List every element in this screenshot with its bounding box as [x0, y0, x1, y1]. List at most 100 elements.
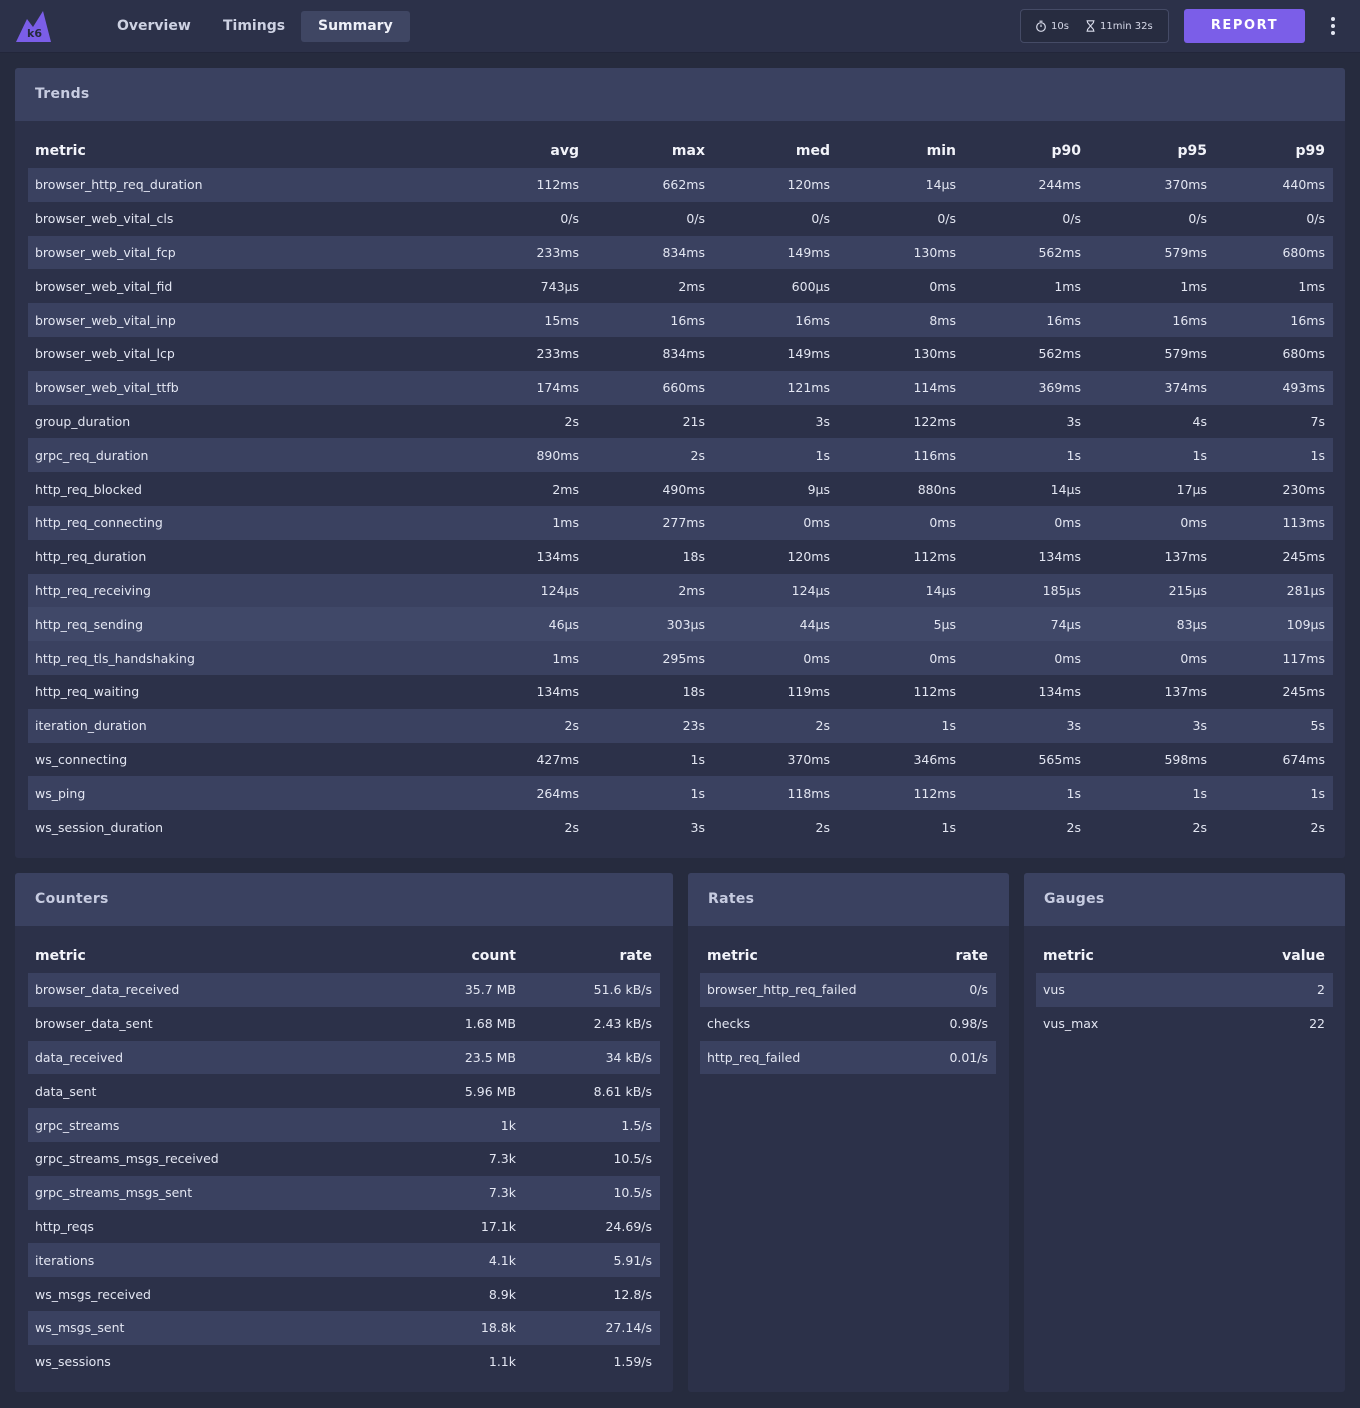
trends-p90-cell: 134ms [1038, 549, 1081, 565]
trends-p95-cell: 1s [1089, 776, 1215, 811]
counters-count-cell: 7.3k [388, 1175, 524, 1210]
trends-p99-cell: 680ms [1215, 235, 1333, 270]
trends-p90-cell: 0ms [964, 641, 1089, 675]
trends-p90-cell: 16ms [964, 303, 1089, 337]
table-row: grpc_streams_msgs_received 7.3k 10.5/s [28, 1142, 660, 1176]
counters-rate-cell: 1.5/s [524, 1108, 660, 1142]
counters-rate-cell: 12.8/s [613, 1286, 652, 1302]
table-row: grpc_req_duration 890ms 2s 1s 116ms 1s 1s 1s [28, 438, 1333, 473]
trends-avg-cell: 46µs [448, 607, 587, 642]
table-row: iteration_duration 2s 23s 2s 1s 3s 3s 5s [28, 708, 1333, 743]
metric-name-cell: ws_session_duration [35, 819, 164, 835]
counters-rate-cell: 10.5/s [613, 1151, 652, 1167]
counters-panel: Counters metric count rate browser_data_re… [15, 873, 673, 1392]
trends-header-p95[interactable]: p95 [1089, 134, 1215, 168]
trends-max-cell: 2s [587, 438, 713, 473]
trends-p90-cell: 134ms [1038, 684, 1081, 700]
trends-header-max[interactable]: max [587, 134, 713, 168]
trends-avg-cell: 427ms [536, 751, 579, 767]
table-row: grpc_streams 1k 1.5/s [28, 1108, 660, 1142]
gauges-header-metric[interactable]: metric [1036, 939, 1236, 973]
refresh-interval[interactable]: 10s [1035, 20, 1069, 34]
metric-name-cell: browser_web_vital_cls [35, 211, 174, 227]
trends-min-cell: 112ms [913, 549, 956, 565]
trends-avg-cell: 1ms [448, 505, 587, 540]
table-row: http_req_waiting 134ms 18s 119ms 112ms 134ms 1… [28, 675, 1333, 709]
metric-name-cell: grpc_streams_msgs_received [35, 1151, 219, 1167]
trends-p99-cell: 674ms [1282, 751, 1325, 767]
counters-rate-cell: 2.43 kB/s [593, 1016, 652, 1032]
rates-title: Rates [688, 873, 1009, 926]
trends-med-cell: 600µs [791, 278, 830, 294]
table-row: browser_web_vital_inp 15ms 16ms 16ms 8ms 16ms… [28, 303, 1333, 337]
trends-p95-cell: 2s [1192, 819, 1207, 835]
trends-p90-cell: 369ms [964, 370, 1089, 405]
trends-p95-cell: 579ms [1089, 235, 1215, 270]
trends-header-p90[interactable]: p90 [964, 134, 1089, 168]
stopwatch-icon [1036, 20, 1046, 32]
trends-p95-cell: 137ms [1164, 549, 1207, 565]
table-row: browser_web_vital_lcp 233ms 834ms 149ms 130m… [28, 337, 1333, 371]
metric-name-cell: browser_http_req_failed [700, 973, 900, 1007]
more-menu-icon[interactable] [1324, 14, 1342, 38]
trends-max-cell: 0/s [686, 211, 705, 227]
trends-med-cell: 0/s [811, 211, 830, 227]
trends-max-cell: 277ms [587, 505, 713, 540]
trends-header-avg[interactable]: avg [448, 134, 587, 168]
table-row: ws_ping 264ms 1s 118ms 112ms 1s 1s 1s [28, 776, 1333, 811]
report-button[interactable]: REPORT [1184, 9, 1305, 43]
trends-avg-cell: 1ms [448, 641, 587, 675]
trends-header-min[interactable]: min [838, 134, 964, 168]
trends-header-metric[interactable]: metric [28, 134, 448, 168]
tab-summary[interactable]: Summary [301, 11, 410, 42]
gauges-header-value[interactable]: value [1236, 939, 1333, 973]
trends-med-cell: 120ms [787, 549, 830, 565]
trends-p95-cell: 3s [1089, 708, 1215, 743]
trends-med-cell: 370ms [787, 751, 830, 767]
trends-avg-cell: 2s [448, 708, 587, 743]
trends-p95-cell: 4s [1192, 413, 1207, 429]
trends-p99-cell: 245ms [1282, 549, 1325, 565]
trends-med-cell: 121ms [713, 370, 838, 405]
counters-count-cell: 8.9k [488, 1286, 516, 1302]
trends-header-med[interactable]: med [713, 134, 838, 168]
table-row: http_reqs 17.1k 24.69/s [28, 1210, 660, 1244]
trends-max-cell: 16ms [587, 303, 713, 337]
counters-count-cell: 1k [388, 1108, 524, 1142]
table-row: http_req_tls_handshaking 1ms 295ms 0ms 0ms 0m… [28, 641, 1333, 675]
trends-avg-cell: 134ms [536, 549, 579, 565]
counters-rate-cell: 34 kB/s [524, 1040, 660, 1075]
trends-p99-cell: 5s [1215, 708, 1333, 743]
rates-header-metric[interactable]: metric [700, 939, 900, 973]
table-row: http_req_connecting 1ms 277ms 0ms 0ms 0ms 0ms 1… [28, 505, 1333, 540]
trends-p90-cell: 562ms [964, 235, 1089, 270]
trends-min-cell: 0ms [929, 278, 956, 294]
trends-max-cell: 23s [587, 708, 713, 743]
rates-header-rate[interactable]: rate [900, 939, 996, 973]
rates-rate-cell: 0.01/s [900, 1040, 996, 1075]
counters-header-count[interactable]: count [388, 939, 524, 973]
trends-avg-cell: 2s [564, 413, 579, 429]
metric-name-cell: http_reqs [35, 1218, 94, 1234]
tab-timings[interactable]: Timings [206, 11, 302, 42]
table-row: data_received 23.5 MB 34 kB/s [28, 1040, 660, 1075]
counters-header-rate[interactable]: rate [524, 939, 660, 973]
counters-header-metric[interactable]: metric [28, 939, 388, 973]
trends-max-cell: 660ms [587, 370, 713, 405]
trends-header-p99[interactable]: p99 [1215, 134, 1333, 168]
trends-min-cell: 8ms [838, 303, 964, 337]
metric-name-cell: browser_web_vital_ttfb [28, 370, 448, 405]
trends-p99-cell: 1s [1215, 438, 1333, 473]
trends-min-cell: 880ns [917, 481, 956, 497]
table-row: ws_msgs_sent 18.8k 27.14/s [28, 1310, 660, 1345]
trends-p90-cell: 3s [1066, 413, 1081, 429]
trends-med-cell: 9µs [807, 481, 830, 497]
tab-overview[interactable]: Overview [100, 11, 208, 42]
k6-logo[interactable]: k6 [15, 9, 52, 43]
table-row: browser_http_req_duration 112ms 662ms 120ms… [28, 168, 1333, 202]
trends-p95-cell: 0ms [1089, 641, 1215, 675]
metric-name-cell: grpc_streams_msgs_sent [28, 1175, 388, 1210]
metric-name-cell: ws_msgs_received [35, 1286, 151, 1302]
trends-p95-cell: 0/s [1188, 211, 1207, 227]
counters-rate-cell: 5.91/s [524, 1243, 660, 1278]
